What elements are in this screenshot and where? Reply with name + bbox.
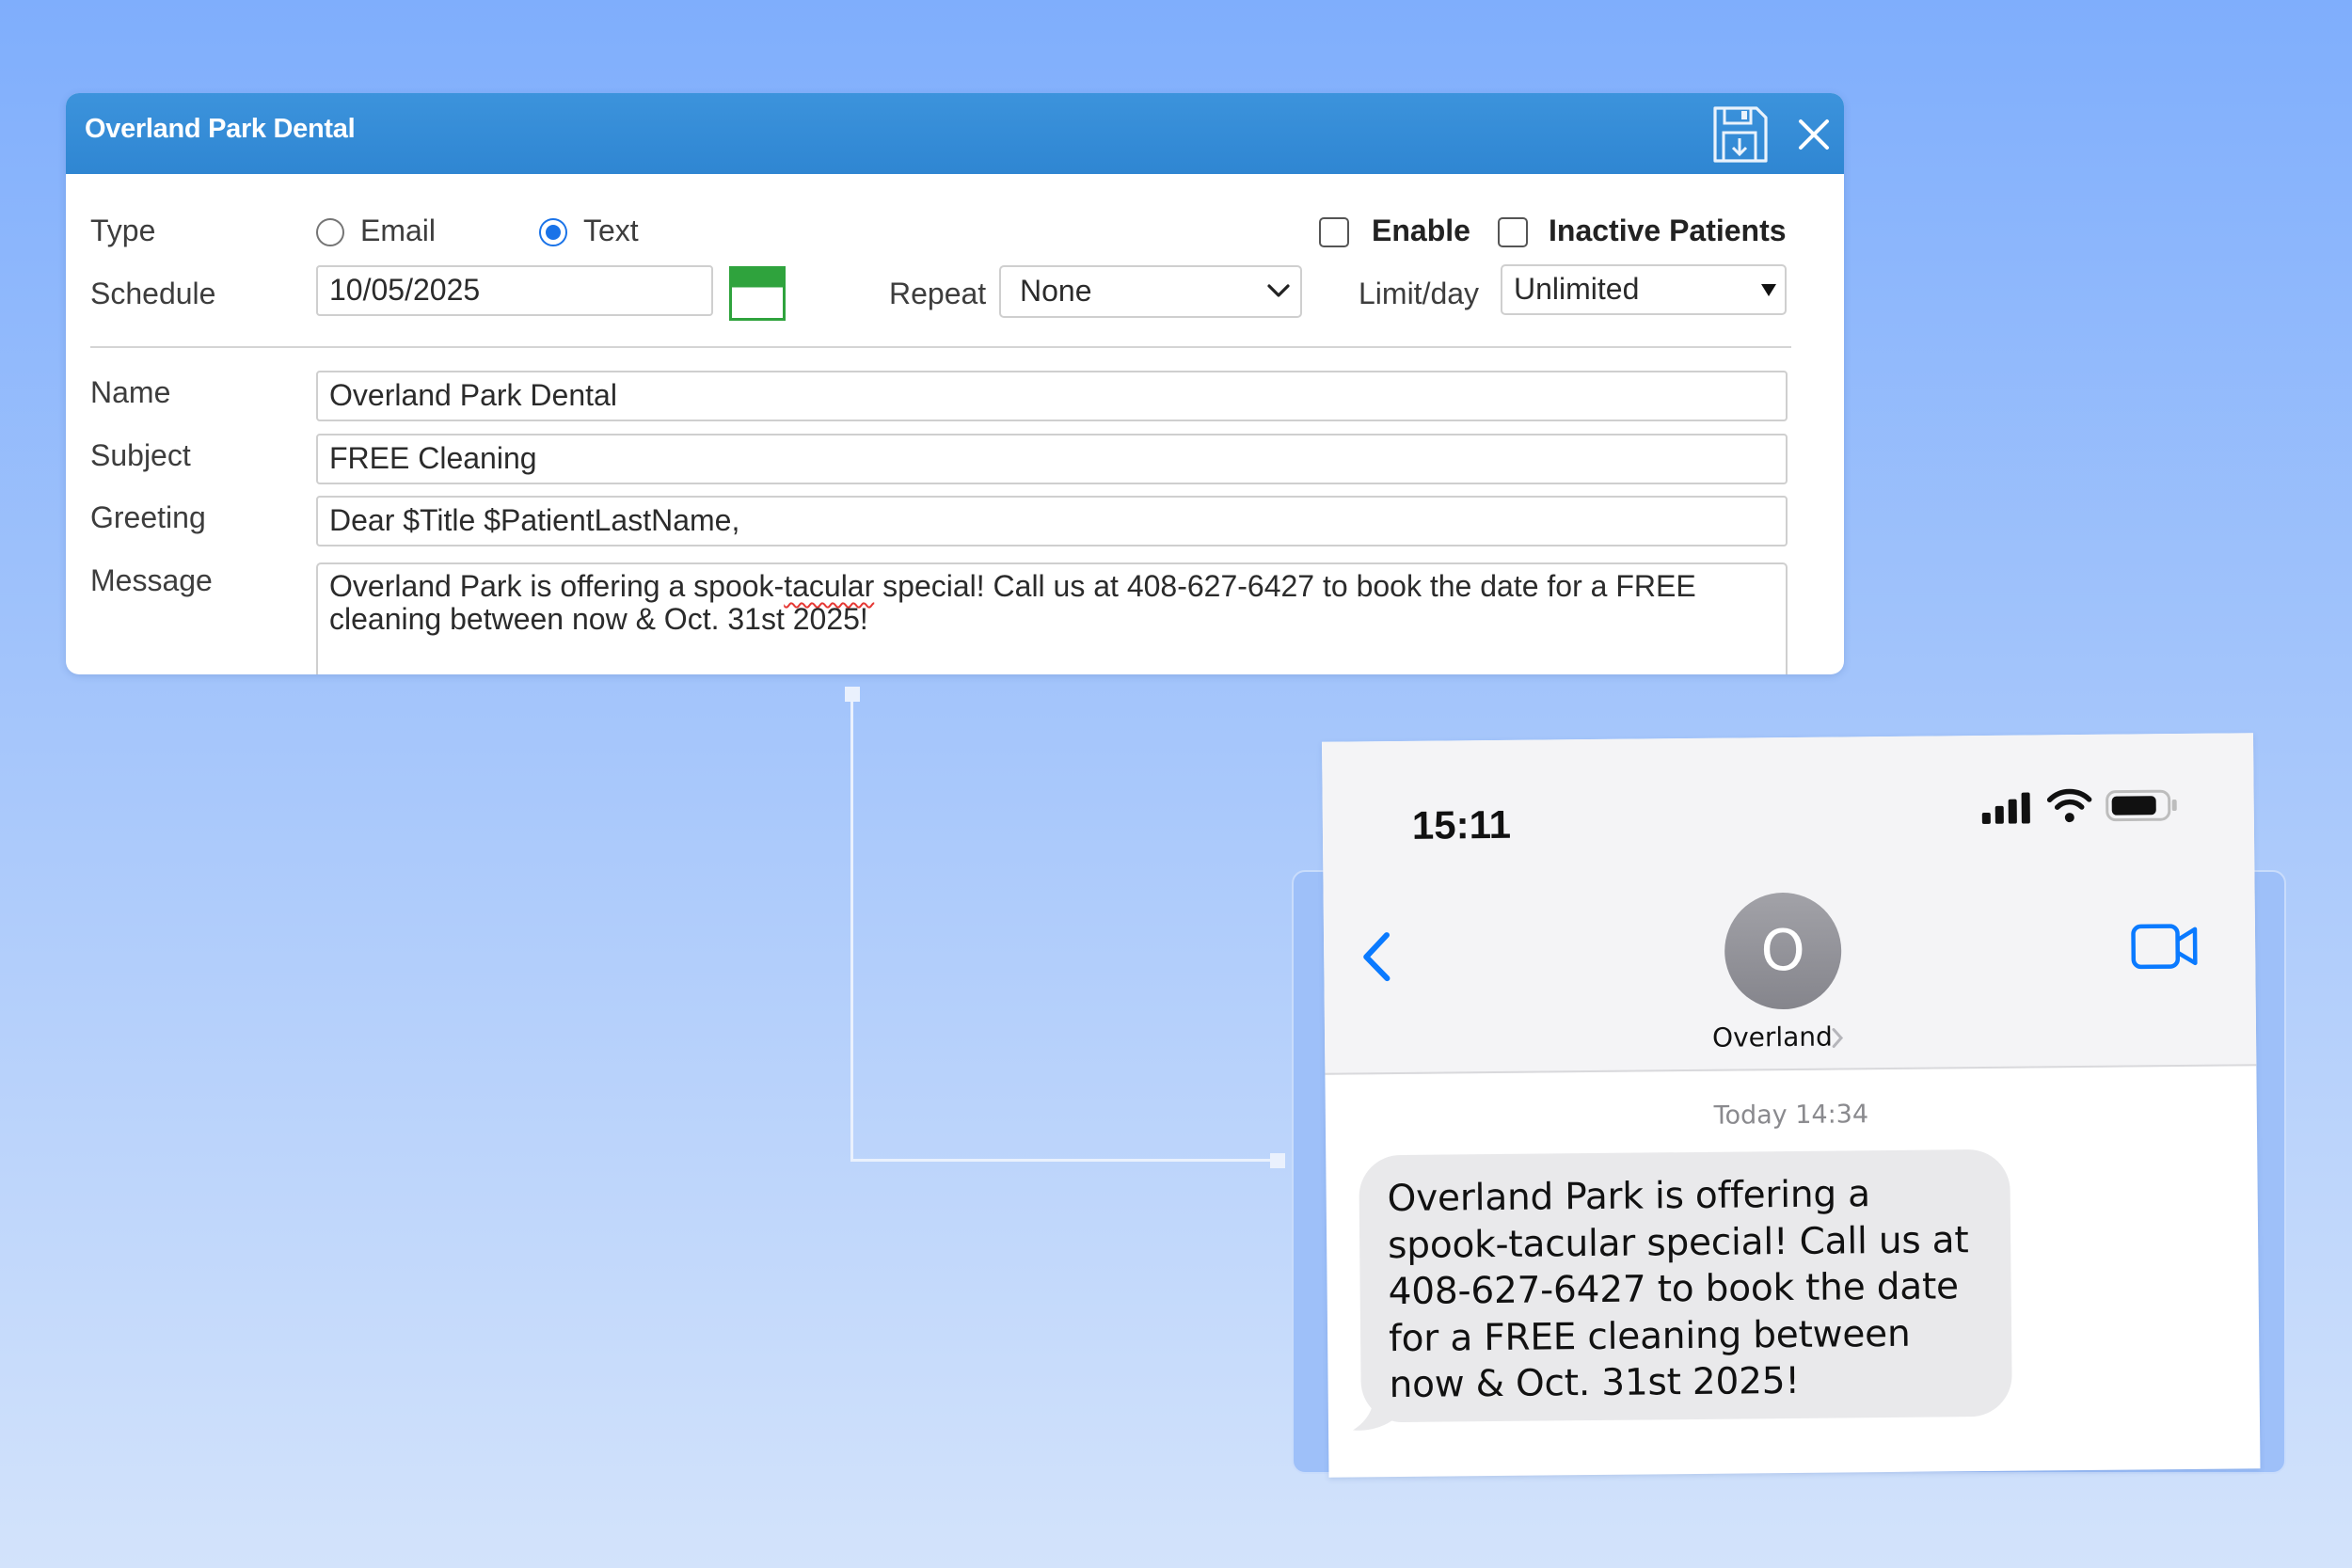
greeting-label: Greeting [90,500,206,534]
name-label: Name [90,375,171,409]
misspelled-word: tacular [784,569,875,603]
message-line: spook-tacular special! Call us at [1387,1218,1969,1267]
type-text-radio[interactable] [539,218,567,246]
subject-input[interactable]: FREE Cleaning [316,434,1788,484]
triangle-down-icon [1761,284,1776,296]
schedule-date-input[interactable]: 10/05/2025 [316,265,713,316]
status-time: 15:11 [1411,801,1512,847]
connector-line-vertical [850,691,853,1160]
repeat-select[interactable]: None [999,265,1302,318]
contact-avatar[interactable]: O [1724,892,1842,1010]
received-message-bubble: Overland Park is offering a spook-tacula… [1359,1148,2012,1423]
calendar-icon[interactable] [729,266,786,321]
subject-label: Subject [90,438,191,472]
message-label: Message [90,563,213,597]
type-email-radio[interactable] [316,218,344,246]
message-line: 408-627-6427 to book the date [1388,1265,1960,1314]
signal-icon [1981,792,2030,824]
greeting-input[interactable]: Dear $Title $PatientLastName, [316,496,1788,546]
message-text-1: Overland Park is offering a spook- [329,569,785,603]
divider [90,346,1791,348]
limit-label: Limit/day [1359,277,1480,310]
video-call-icon[interactable] [2131,922,2199,972]
contact-name[interactable]: Overland [1712,1022,1833,1053]
name-input[interactable]: Overland Park Dental [316,371,1788,421]
campaign-dialog: Overland Park Dental Type Email Text Ena… [66,93,1844,674]
close-icon[interactable] [1793,114,1835,155]
dialog-title: Overland Park Dental [85,114,356,144]
enable-checkbox[interactable] [1319,217,1349,247]
repeat-label: Repeat [889,277,987,310]
limit-value: Unlimited [1514,272,1640,306]
dialog-titlebar: Overland Park Dental [66,93,1844,174]
wifi-icon [2046,788,2092,823]
message-timestamp: Today 14:34 [1713,1100,1869,1131]
schedule-label: Schedule [90,277,216,310]
type-text-label: Text [583,214,639,247]
type-email-label: Email [360,214,437,247]
message-textarea[interactable]: Overland Park is offering a spook-tacula… [316,562,1788,674]
limit-select[interactable]: Unlimited [1501,264,1787,315]
message-line: Overland Park is offering a [1387,1173,1871,1221]
battery-icon [2106,789,2177,822]
chevron-down-icon [1267,284,1290,297]
phone-screen: 15:11 O Overland Today 14:34 Overland Pa… [1322,733,2261,1478]
messages-header: 15:11 O Overland [1322,733,2257,1075]
repeat-value: None [1020,274,1092,308]
message-line: now & Oct. 31st 2025! [1389,1359,1801,1407]
enable-label: Enable [1372,214,1470,247]
type-label: Type [90,214,156,247]
save-icon[interactable] [1709,104,1770,165]
inactive-patients-checkbox[interactable] [1498,217,1528,247]
message-line: for a FREE cleaning between [1388,1312,1911,1360]
connector-dot-end [1270,1153,1285,1168]
inactive-patients-label: Inactive Patients [1549,214,1787,247]
chevron-right-icon [1832,1028,1844,1049]
connector-line-horizontal [850,1159,1279,1162]
back-chevron-icon[interactable] [1357,929,1395,984]
